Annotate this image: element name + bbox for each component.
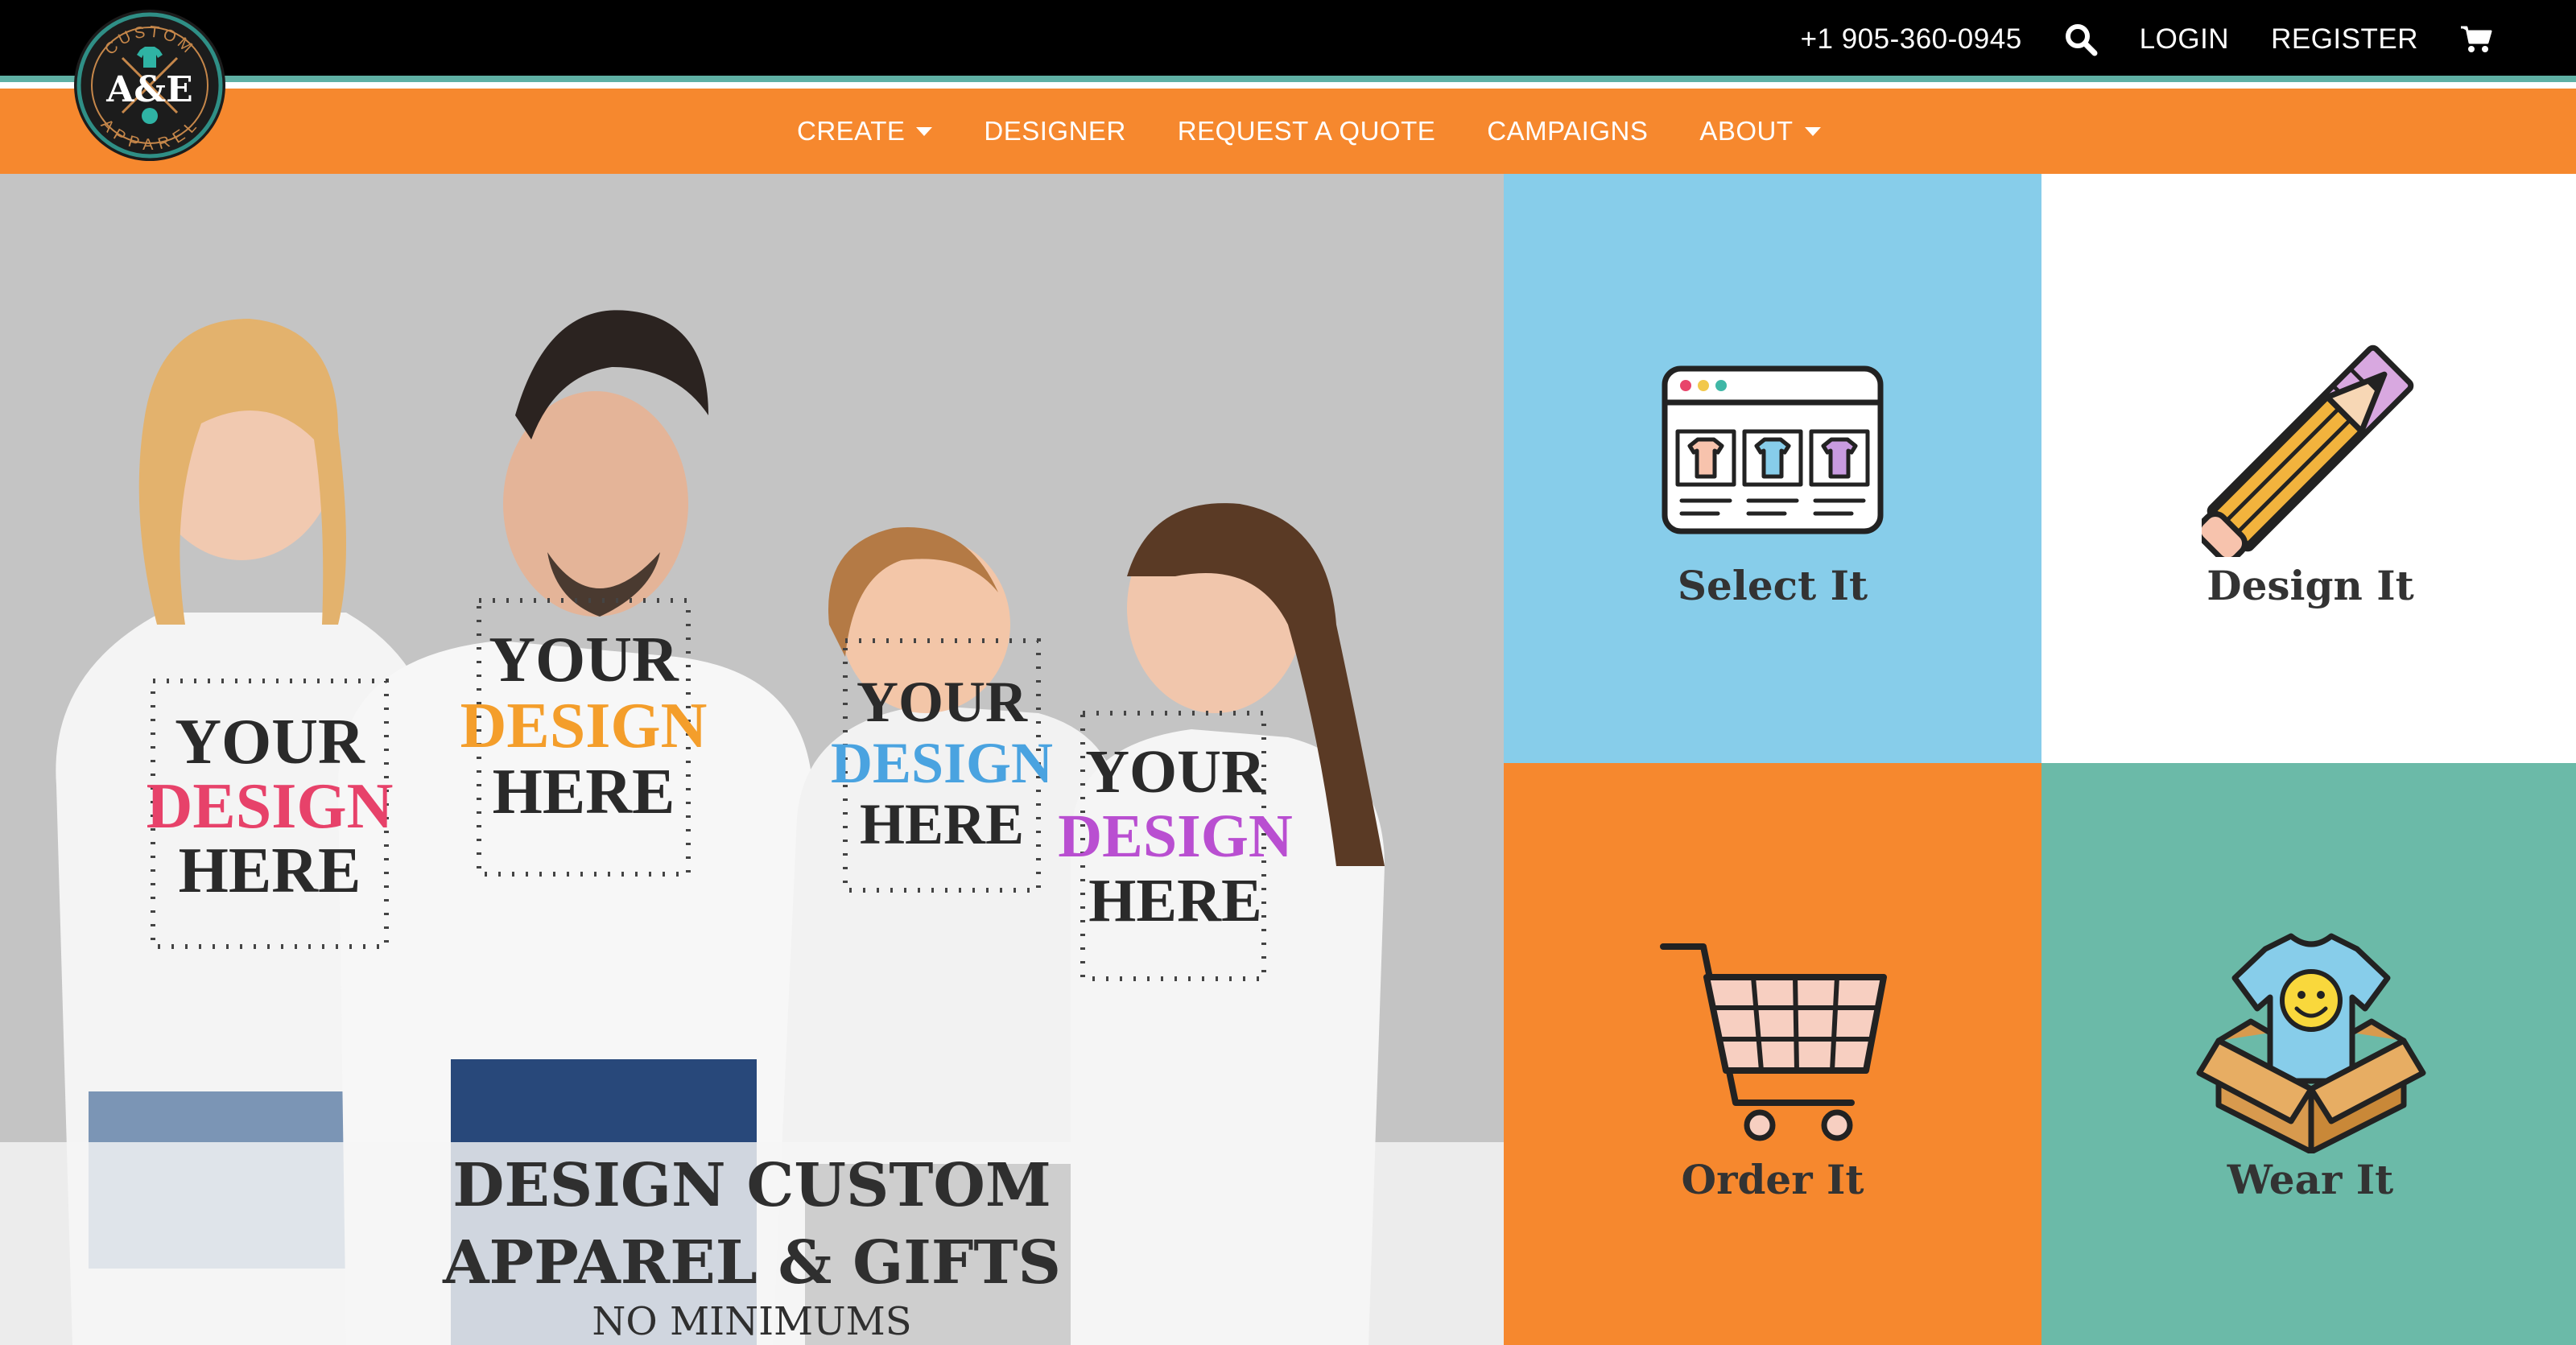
- shirt-text-design: DESIGN: [460, 691, 708, 761]
- step-label: Order It: [1681, 1156, 1864, 1203]
- site-logo[interactable]: CUSTOM APPAREL A&E: [72, 8, 227, 163]
- hero-headline-line2: APPAREL & GIFTS: [443, 1228, 1061, 1298]
- shirt-text-here: HERE: [1088, 867, 1261, 934]
- logo-monogram: A&E: [105, 69, 192, 110]
- step-tile-wear[interactable]: Wear It: [2041, 763, 2576, 1345]
- utility-links: +1 905-360-0945 LOGIN REGISTER: [1801, 0, 2492, 79]
- nav-item-about[interactable]: ABOUT: [1699, 116, 1821, 146]
- nav-item-create[interactable]: CREATE: [797, 116, 933, 146]
- step-label: Design It: [2207, 562, 2414, 609]
- shirt-text-design: DESIGN: [147, 771, 394, 842]
- caret-down-icon: [1804, 126, 1821, 136]
- login-link[interactable]: LOGIN: [2140, 23, 2229, 56]
- hero-banner: YOUR DESIGN HERE YOUR DESIGN HERE YOUR D…: [0, 174, 1504, 1345]
- shirt-text-your: YOUR: [1085, 738, 1266, 806]
- nav-item-request-quote[interactable]: REQUEST A QUOTE: [1178, 116, 1435, 146]
- nav-item-label: ABOUT: [1699, 116, 1794, 146]
- phone-number[interactable]: +1 905-360-0945: [1801, 23, 2022, 56]
- shirt-text-here: HERE: [860, 792, 1024, 856]
- shirt-text-design: DESIGN: [1058, 802, 1292, 870]
- hero-subline: NO MINIMUMS: [592, 1299, 912, 1344]
- nav-menu: CREATE DESIGNER REQUEST A QUOTE CAMPAIGN…: [797, 89, 1821, 174]
- shirt-text-design: DESIGN: [831, 731, 1053, 795]
- step-tile-select[interactable]: Select It: [1504, 174, 2041, 763]
- shopping-cart-icon: [1660, 943, 1887, 1141]
- step-label: Wear It: [2227, 1156, 2394, 1203]
- top-bar: +1 905-360-0945 LOGIN REGISTER: [0, 0, 2576, 82]
- shirt-text-here: HERE: [179, 835, 361, 906]
- search-icon[interactable]: [2064, 23, 2098, 56]
- nav-item-label: CREATE: [797, 116, 906, 146]
- step-label: Select It: [1677, 562, 1868, 609]
- hero-caption: DESIGN CUSTOM APPAREL & GIFTS NO MINIMUM…: [0, 1142, 1504, 1345]
- register-link[interactable]: REGISTER: [2271, 23, 2418, 56]
- nav-item-label: DESIGNER: [984, 116, 1126, 146]
- cart-icon[interactable]: [2460, 25, 2492, 54]
- shirt-box-icon: [2196, 933, 2426, 1153]
- nav-item-label: CAMPAIGNS: [1487, 116, 1649, 146]
- shirt-text-your: YOUR: [175, 707, 365, 778]
- main-nav: CREATE DESIGNER REQUEST A QUOTE CAMPAIGN…: [0, 89, 2576, 174]
- browser-shirts-icon: [1662, 365, 1884, 534]
- nav-item-campaigns[interactable]: CAMPAIGNS: [1487, 116, 1648, 146]
- shirt-text-here: HERE: [493, 757, 675, 827]
- shirt-text-your: YOUR: [857, 670, 1028, 734]
- shirt-text-your: YOUR: [489, 625, 679, 695]
- nav-item-label: REQUEST A QUOTE: [1177, 116, 1436, 146]
- pencil-ruler-icon: [2202, 345, 2414, 557]
- nav-item-designer[interactable]: DESIGNER: [984, 116, 1125, 146]
- step-tile-design[interactable]: Design It: [2041, 174, 2576, 763]
- caret-down-icon: [916, 126, 933, 136]
- step-tile-order[interactable]: Order It: [1504, 763, 2041, 1345]
- hero-headline-line1: DESIGN CUSTOM: [452, 1151, 1051, 1220]
